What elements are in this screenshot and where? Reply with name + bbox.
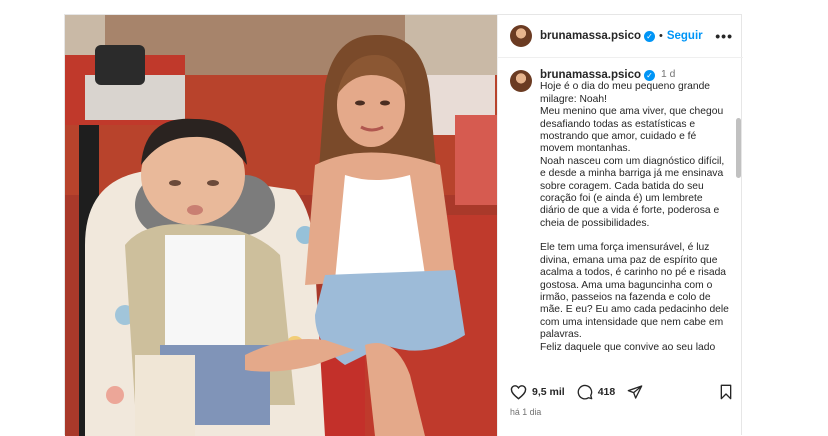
more-options-icon[interactable]: ••• xyxy=(715,28,733,44)
caption-paragraph-2: Ele tem uma força imensurável, é luz div… xyxy=(540,242,729,353)
separator-dot: • xyxy=(658,30,663,42)
comment-icon xyxy=(577,384,593,400)
comment-button[interactable] xyxy=(577,384,593,400)
post-photo[interactable] xyxy=(65,15,497,436)
author-username[interactable]: brunamassa.psico xyxy=(540,30,641,42)
post-sidebar: brunamassa.psico ✓ • Seguir ••• brunamas… xyxy=(497,15,743,436)
caption-username[interactable]: brunamassa.psico xyxy=(540,69,641,81)
save-button[interactable] xyxy=(719,384,733,400)
caption-verified-badge-icon: ✓ xyxy=(643,69,655,81)
caption-paragraph-1: Hoje é o dia do meu pequeno grande milag… xyxy=(540,81,725,229)
caption-body: brunamassa.psico ✓ 1 d Hoje é o dia do m… xyxy=(540,69,729,354)
share-button[interactable] xyxy=(627,384,643,400)
caption: brunamassa.psico ✓ 1 d Hoje é o dia do m… xyxy=(498,58,743,354)
comments-count[interactable]: 418 xyxy=(598,386,616,398)
caption-meta: brunamassa.psico ✓ 1 d xyxy=(540,69,729,81)
action-bar: 9,5 mil 418 xyxy=(510,381,733,403)
follow-button[interactable]: Seguir xyxy=(667,30,703,42)
caption-time[interactable]: 1 d xyxy=(661,69,675,81)
bookmark-icon xyxy=(720,384,732,400)
verified-badge-icon: ✓ xyxy=(643,30,655,42)
posted-ago[interactable]: há 1 dia xyxy=(510,407,541,417)
likes-count[interactable]: 9,5 mil xyxy=(532,386,565,398)
scrollbar-thumb[interactable] xyxy=(736,118,741,178)
like-button[interactable] xyxy=(510,384,527,400)
post-container: brunamassa.psico ✓ • Seguir ••• brunamas… xyxy=(64,14,743,436)
caption-avatar[interactable] xyxy=(510,70,532,92)
heart-icon xyxy=(510,385,527,400)
share-icon xyxy=(627,385,643,399)
comments-area[interactable]: brunamassa.psico ✓ 1 d Hoje é o dia do m… xyxy=(498,58,743,378)
post-header: brunamassa.psico ✓ • Seguir ••• xyxy=(498,15,743,58)
author-avatar[interactable] xyxy=(510,25,532,47)
photo-illustration xyxy=(65,15,497,436)
